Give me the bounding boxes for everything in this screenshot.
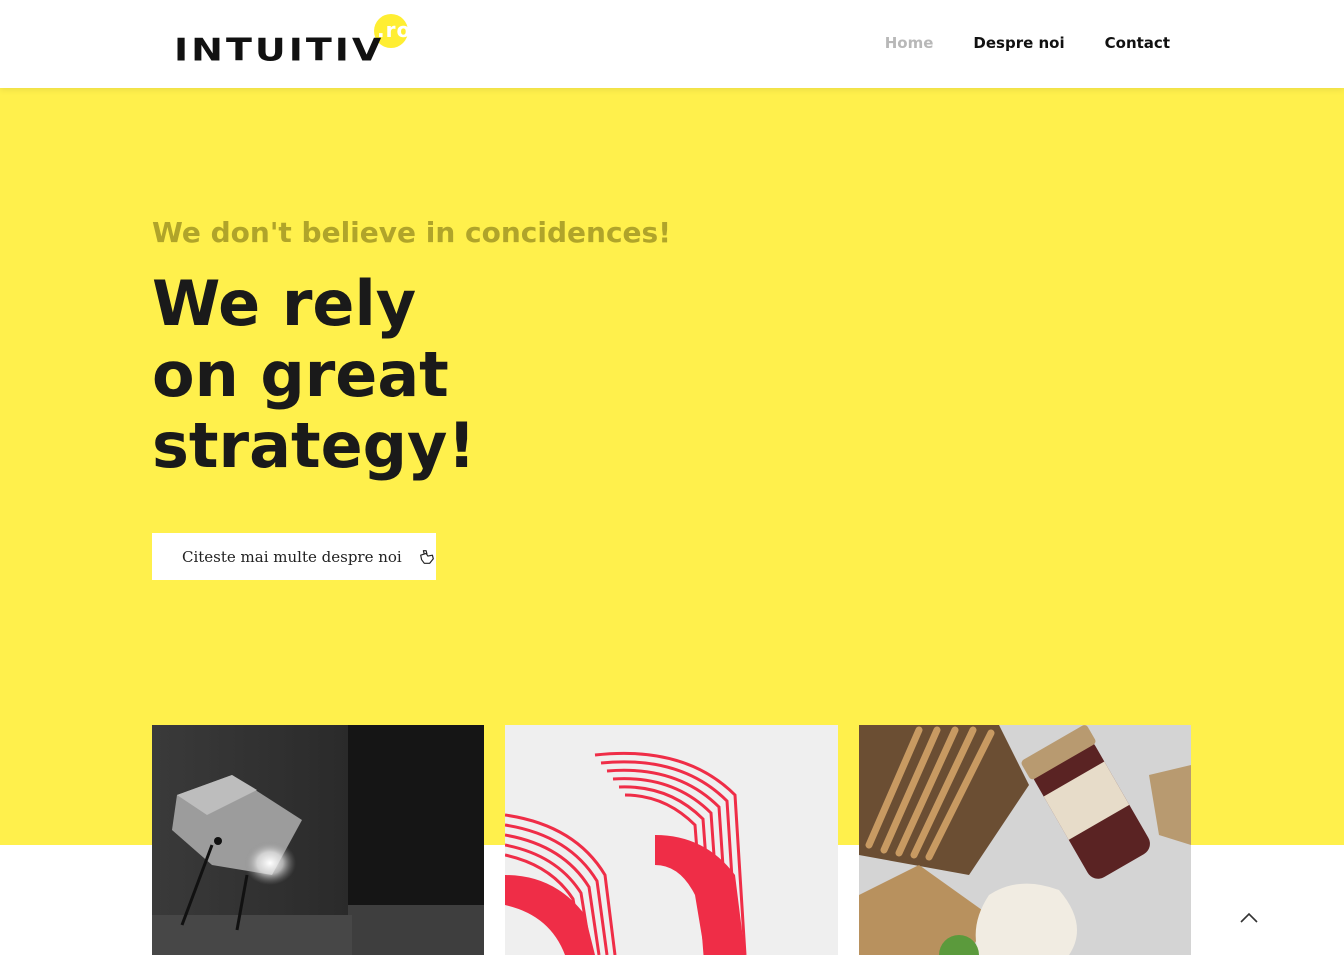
nav-item-despre-noi[interactable]: Despre noi xyxy=(973,34,1064,52)
portfolio-card-lamp[interactable] xyxy=(152,725,484,955)
hand-point-icon xyxy=(419,549,434,564)
headline-line-3: strategy! xyxy=(152,409,476,482)
hero-tagline: We don't believe in concidences! xyxy=(152,216,671,249)
packaging-image xyxy=(859,725,1191,955)
nav-item-contact[interactable]: Contact xyxy=(1105,34,1170,52)
scroll-to-top-button[interactable] xyxy=(1234,903,1264,933)
typography-image xyxy=(505,725,838,955)
chevron-up-icon xyxy=(1240,912,1258,923)
nav-item-home[interactable]: Home xyxy=(885,34,934,52)
headline-line-2: on great xyxy=(152,338,449,411)
lamp-image xyxy=(152,725,484,955)
headline-line-1: We rely xyxy=(152,267,417,340)
logo[interactable]: .ro INTUITIV xyxy=(174,14,414,70)
logo-text: INTUITIV xyxy=(174,32,385,69)
read-more-button[interactable]: Citeste mai multe despre noi xyxy=(152,533,436,580)
portfolio-card-typography[interactable] xyxy=(505,725,838,955)
main-nav: Home Despre noi Contact xyxy=(885,34,1170,52)
site-header: .ro INTUITIV Home Despre noi Contact xyxy=(0,0,1344,88)
hero-headline: We rely on great strategy! xyxy=(152,268,476,481)
portfolio-card-packaging[interactable] xyxy=(859,725,1191,955)
read-more-label: Citeste mai multe despre noi xyxy=(182,547,402,566)
